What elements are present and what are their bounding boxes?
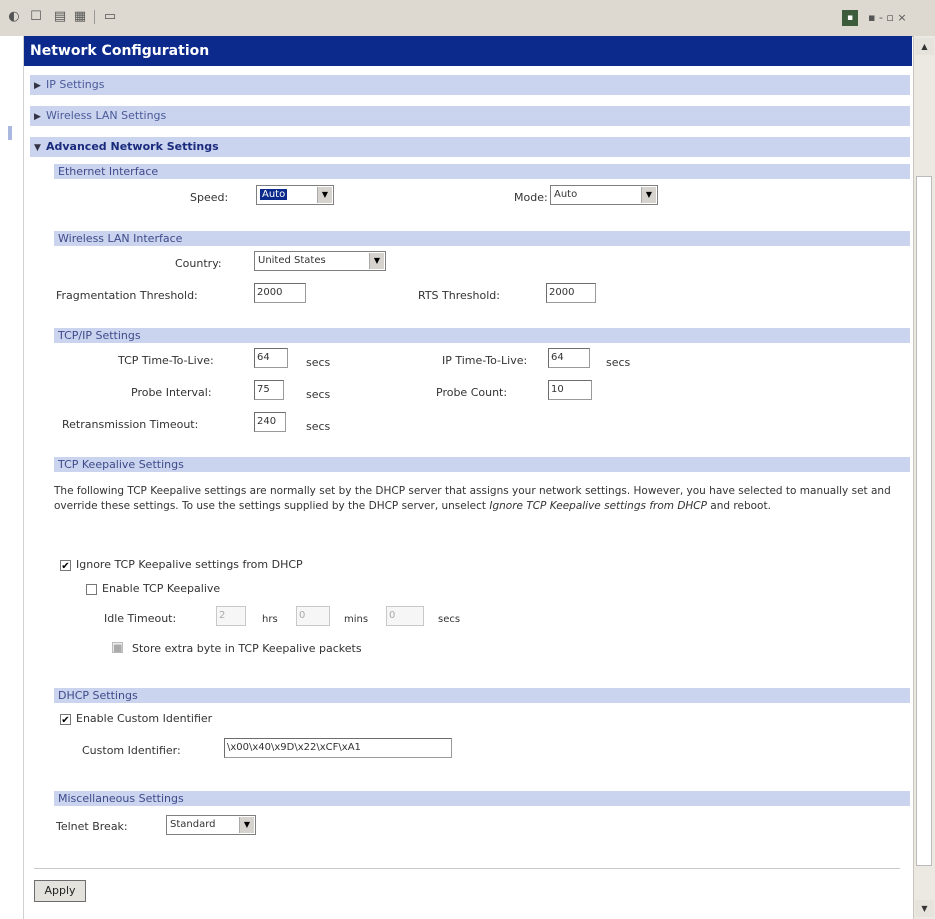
probe-interval-unit: secs — [306, 388, 331, 401]
ignore-dhcp-keepalive-label: Ignore TCP Keepalive settings from DHCP — [76, 558, 303, 571]
print-icon[interactable]: ▤ — [52, 9, 68, 25]
custom-identifier-input[interactable]: \x00\x40\x9D\x22\xCF\xA1 — [224, 738, 452, 758]
rts-threshold-input[interactable]: 2000 — [546, 283, 596, 303]
ip-ttl-input[interactable]: 64 — [548, 348, 590, 368]
config-panel: Network Configuration ▶ IP Settings ▶ Wire… — [24, 36, 912, 919]
country-select[interactable]: United States ▼ — [254, 251, 386, 271]
dropdown-arrow-icon: ▼ — [369, 253, 384, 269]
speed-label: Speed: — [190, 191, 229, 204]
country-label: Country: — [175, 257, 222, 270]
probe-count-label: Probe Count: — [436, 386, 508, 399]
back-icon[interactable]: ◐ — [6, 9, 22, 25]
telnet-break-label: Telnet Break: — [56, 820, 128, 833]
probe-count-input[interactable]: 10 — [548, 380, 592, 400]
hours-unit: hrs — [262, 614, 278, 625]
page-title-bar: Network Configuration — [24, 36, 912, 66]
windows-flag-icon: ▪ — [842, 10, 858, 26]
idle-seconds-input[interactable]: 0 — [386, 606, 424, 626]
tcp-ttl-label: TCP Time-To-Live: — [118, 354, 214, 367]
enable-custom-identifier-checkbox[interactable]: ✔ — [60, 714, 71, 726]
scroll-down-icon[interactable]: ▼ — [915, 900, 934, 917]
store-extra-byte-checkbox[interactable]: ■ — [112, 642, 123, 654]
vertical-scrollbar[interactable]: ▲ ▼ — [913, 36, 935, 919]
left-frame — [0, 36, 24, 919]
browser-toolbar: ◐ ☐ ▤ ▦ ▭ ▪ ▪ - ▫ × — [0, 0, 935, 37]
tcp-ttl-unit: secs — [306, 356, 331, 369]
minutes-unit: mins — [344, 614, 369, 625]
scroll-up-icon[interactable]: ▲ — [915, 38, 934, 55]
mode-label: Mode: — [514, 191, 548, 204]
subsection-tcp-keepalive: TCP Keepalive Settings — [54, 457, 910, 472]
fragmentation-threshold-input[interactable]: 2000 — [254, 283, 306, 303]
collapse-arrow-icon: ▼ — [34, 143, 41, 153]
subsection-wireless-lan-interface: Wireless LAN Interface — [54, 231, 910, 246]
speed-select[interactable]: Auto ▼ — [256, 185, 334, 205]
page-title: Network Configuration — [30, 43, 210, 59]
subsection-miscellaneous-settings: Miscellaneous Settings — [54, 791, 910, 806]
keepalive-description: The following TCP Keepalive settings are… — [54, 485, 891, 512]
tcp-ttl-input[interactable]: 64 — [254, 348, 288, 368]
edit-icon[interactable]: ▦ — [72, 9, 88, 25]
subsection-tcpip-settings: TCP/IP Settings — [54, 328, 910, 343]
mode-select[interactable]: Auto ▼ — [550, 185, 658, 205]
discuss-icon[interactable]: ▭ — [102, 9, 118, 25]
dropdown-arrow-icon: ▼ — [641, 187, 656, 203]
enable-tcp-keepalive-label: Enable TCP Keepalive — [102, 582, 221, 595]
probe-interval-label: Probe Interval: — [131, 386, 212, 399]
idle-hours-input[interactable]: 2 — [216, 606, 246, 626]
store-extra-byte-label: Store extra byte in TCP Keepalive packet… — [132, 642, 362, 655]
divider — [34, 868, 900, 869]
probe-interval-input[interactable]: 75 — [254, 380, 284, 400]
custom-identifier-label: Custom Identifier: — [82, 744, 181, 757]
ip-ttl-label: IP Time-To-Live: — [442, 354, 528, 367]
enable-tcp-keepalive-checkbox[interactable] — [86, 584, 97, 595]
idle-timeout-label: Idle Timeout: — [104, 612, 177, 625]
retransmission-timeout-unit: secs — [306, 420, 331, 433]
expand-arrow-icon: ▶ — [34, 112, 41, 122]
seconds-unit: secs — [438, 614, 461, 625]
scrollbar-thumb[interactable] — [916, 176, 932, 866]
telnet-break-select[interactable]: Standard ▼ — [166, 815, 256, 835]
dropdown-arrow-icon: ▼ — [239, 817, 254, 833]
ip-ttl-unit: secs — [606, 356, 631, 369]
section-ip-settings[interactable]: ▶ IP Settings — [30, 75, 910, 95]
expand-arrow-icon: ▶ — [34, 81, 41, 91]
window-controls[interactable]: ▪ - ▫ × — [868, 11, 907, 24]
apply-button[interactable]: Apply — [34, 880, 86, 902]
dropdown-arrow-icon: ▼ — [317, 187, 332, 203]
left-frame-marker — [8, 126, 12, 140]
retransmission-timeout-label: Retransmission Timeout: — [62, 418, 199, 431]
fragmentation-threshold-label: Fragmentation Threshold: — [56, 289, 198, 302]
section-wireless-lan-settings[interactable]: ▶ Wireless LAN Settings — [30, 106, 910, 126]
ignore-dhcp-keepalive-checkbox[interactable]: ✔ — [60, 560, 71, 572]
idle-minutes-input[interactable]: 0 — [296, 606, 330, 626]
enable-custom-identifier-label: Enable Custom Identifier — [76, 712, 213, 725]
section-advanced-network-settings[interactable]: ▼ Advanced Network Settings — [30, 137, 910, 157]
rts-threshold-label: RTS Threshold: — [418, 289, 500, 302]
page-icon[interactable]: ☐ — [28, 9, 44, 25]
subsection-ethernet-interface: Ethernet Interface — [54, 164, 910, 179]
subsection-dhcp-settings: DHCP Settings — [54, 688, 910, 703]
retransmission-timeout-input[interactable]: 240 — [254, 412, 286, 432]
